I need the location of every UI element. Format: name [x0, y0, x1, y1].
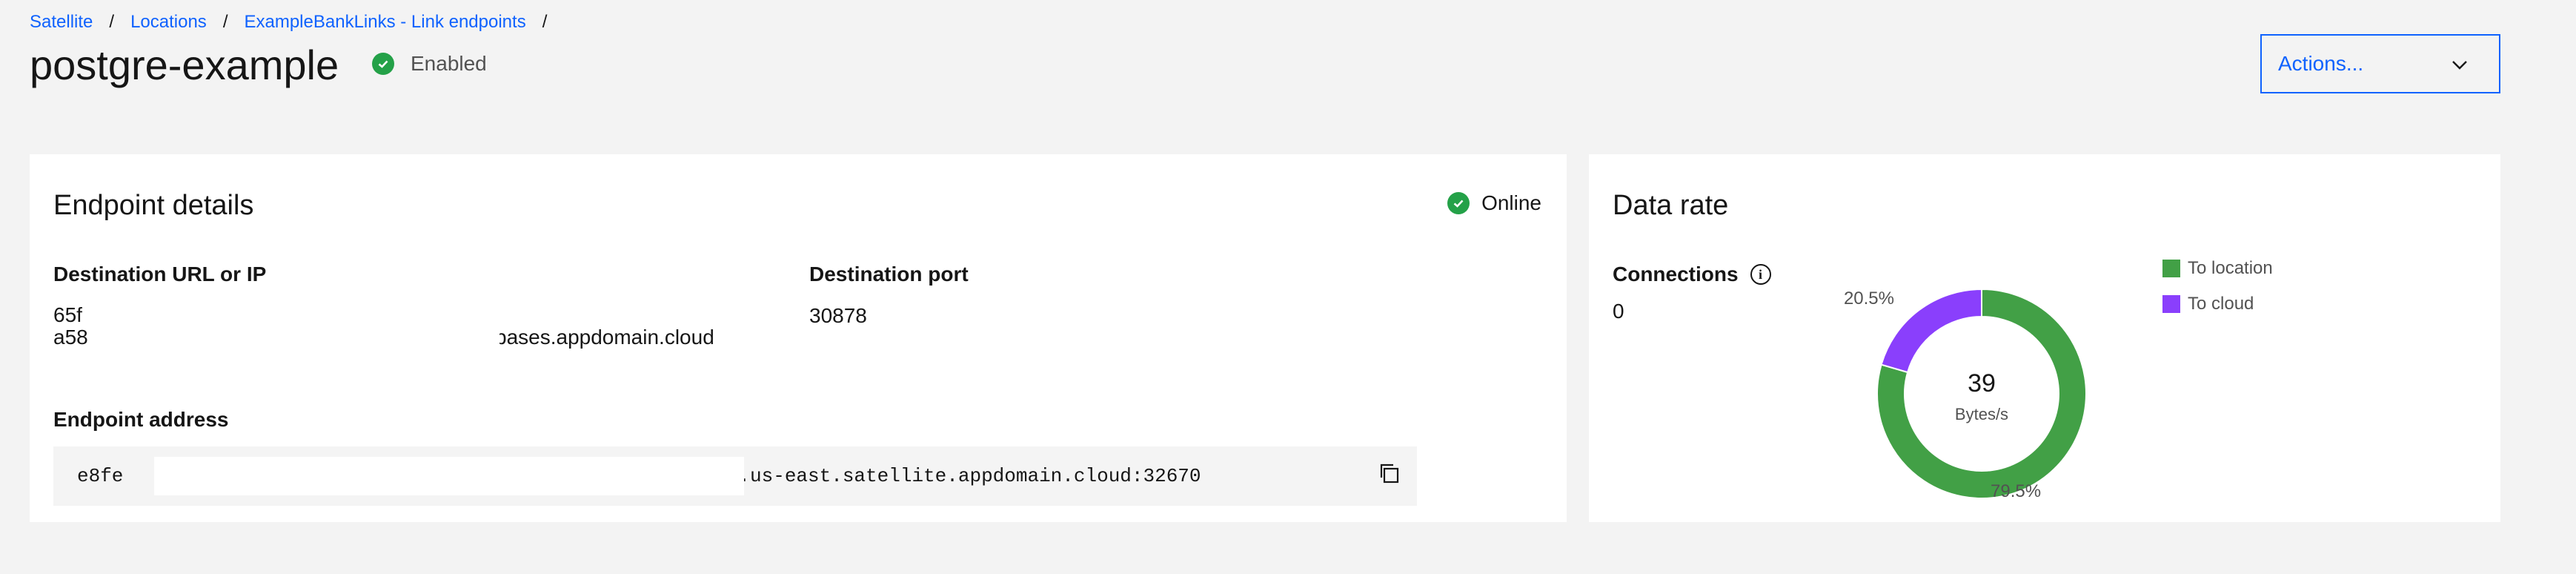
page-title: postgre-example — [30, 42, 339, 88]
donut-slice-to-cloud — [1880, 288, 1982, 374]
chevron-down-icon — [2451, 52, 2468, 76]
destination-port-label: Destination port — [809, 263, 969, 286]
data-rate-card: Data rate Connections i 0 39 Bytes/s 79.… — [1589, 154, 2500, 522]
breadcrumb: Satellite / Locations / ExampleBankLinks… — [30, 12, 563, 33]
breadcrumb-separator: / — [542, 12, 548, 32]
online-status: Online — [1447, 191, 1541, 215]
status-text: Enabled — [411, 52, 487, 75]
legend-item-to-location: To location — [2162, 258, 2273, 279]
donut-center-unit: Bytes/s — [1955, 405, 2008, 423]
breadcrumb-locations[interactable]: Locations — [130, 12, 207, 33]
destination-url-label: Destination URL or IP — [53, 263, 267, 286]
donut-to-cloud-pct: 20.5% — [1844, 288, 1894, 309]
status-badge: Enabled — [372, 52, 487, 76]
copy-icon — [1378, 462, 1400, 490]
endpoint-address-suffix: c000.us-east.satellite.appdomain.cloud:3… — [692, 465, 1201, 487]
breadcrumb-link-endpoints[interactable]: ExampleBankLinks - Link endpoints — [244, 12, 525, 33]
destination-url-line-2-prefix: a58 — [53, 326, 88, 349]
breadcrumb-satellite[interactable]: Satellite — [30, 12, 93, 33]
online-status-text: Online — [1481, 191, 1541, 214]
breadcrumb-separator: / — [222, 12, 228, 32]
endpoint-address-field: e8fe c000.us-east.satellite.appdomain.cl… — [53, 446, 1417, 506]
legend-swatch-to-cloud — [2162, 295, 2180, 313]
copy-button[interactable] — [1372, 460, 1405, 492]
legend-label-to-location: To location — [2188, 258, 2273, 278]
legend-swatch-to-location — [2162, 260, 2180, 277]
endpoint-address-prefix: e8fe — [77, 465, 124, 487]
legend-label-to-cloud: To cloud — [2188, 294, 2254, 314]
data-rate-donut-chart: 39 Bytes/s 79.5% 20.5% — [1844, 288, 2087, 501]
redaction-mask — [154, 457, 744, 495]
endpoint-address-label: Endpoint address — [53, 408, 229, 431]
endpoint-details-title: Endpoint details — [53, 190, 254, 221]
destination-port-value: 30878 — [809, 304, 867, 327]
breadcrumb-separator: / — [109, 12, 115, 32]
actions-dropdown-label: Actions... — [2278, 52, 2364, 75]
destination-url-line-2-suffix: bases.appdomain.cloud — [495, 326, 714, 349]
actions-dropdown[interactable]: Actions... — [2260, 34, 2500, 93]
redaction-mask — [136, 304, 388, 320]
redaction-mask — [136, 326, 499, 350]
checkmark-icon — [1447, 192, 1470, 214]
donut-to-location-pct: 79.5% — [1991, 481, 2041, 501]
destination-url-line-1: 65f — [53, 303, 82, 326]
donut-center-value: 39 — [1968, 369, 1996, 397]
legend-item-to-cloud: To cloud — [2162, 294, 2254, 314]
checkmark-icon — [372, 53, 394, 75]
